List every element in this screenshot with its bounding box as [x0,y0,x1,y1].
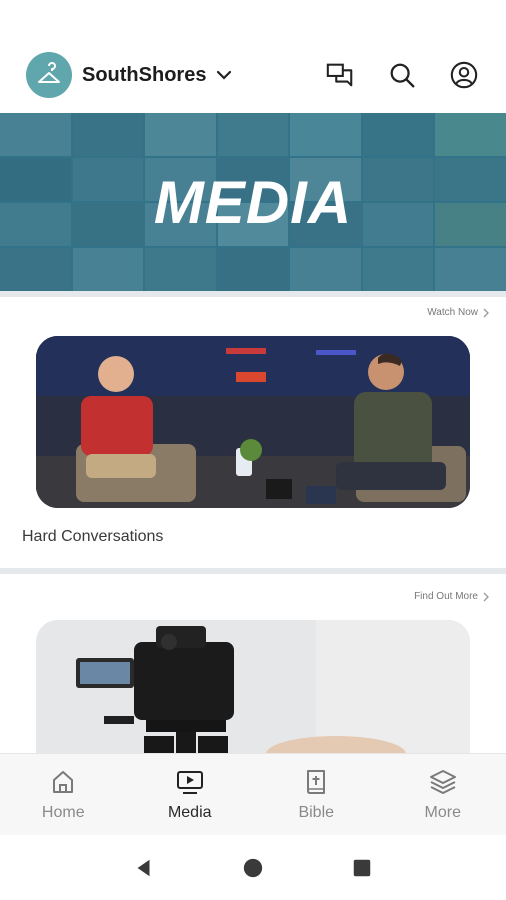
nav-home[interactable]: Home [0,754,127,835]
nav-media-label: Media [167,804,212,821]
camera-image[interactable] [36,620,470,754]
home-icon [53,771,74,793]
nav-bible-label: Bible [298,804,335,821]
section-divider [0,568,506,574]
watch-now-link[interactable]: Watch Now [427,307,490,318]
back-icon[interactable] [131,855,157,881]
bible-icon [307,770,326,794]
chevron-right-icon [483,592,489,601]
app-header: SouthShores [0,38,506,112]
nav-home-label: Home [41,804,85,821]
search-icon[interactable] [386,59,418,91]
bottom-nav: Home Media Bible More [0,753,506,835]
find-out-more-link[interactable]: Find Out More [414,591,490,602]
church-logo[interactable] [26,52,72,98]
hard-conversations-image[interactable] [36,336,470,508]
chevron-down-icon[interactable] [214,65,234,85]
hero-title: MEDIA [153,169,353,236]
chat-icon[interactable] [324,59,356,91]
hanger-logo-icon [38,62,60,83]
nav-more-label: More [424,804,461,821]
chevron-right-icon [483,308,489,317]
org-name[interactable]: SouthShores [82,64,206,87]
nav-bible[interactable]: Bible [253,754,380,835]
card-title[interactable]: Hard Conversations [22,528,163,546]
layers-icon [429,770,456,794]
nav-more[interactable]: More [380,754,506,835]
home-circle-icon[interactable] [240,855,266,881]
status-bar [0,0,506,38]
media-hero-banner: MEDIA [0,113,506,291]
account-icon[interactable] [448,59,480,91]
recents-icon[interactable] [349,855,375,881]
section-divider [0,291,506,297]
system-nav-bar [0,835,506,900]
nav-media[interactable]: Media [127,754,254,835]
media-icon [176,771,203,794]
